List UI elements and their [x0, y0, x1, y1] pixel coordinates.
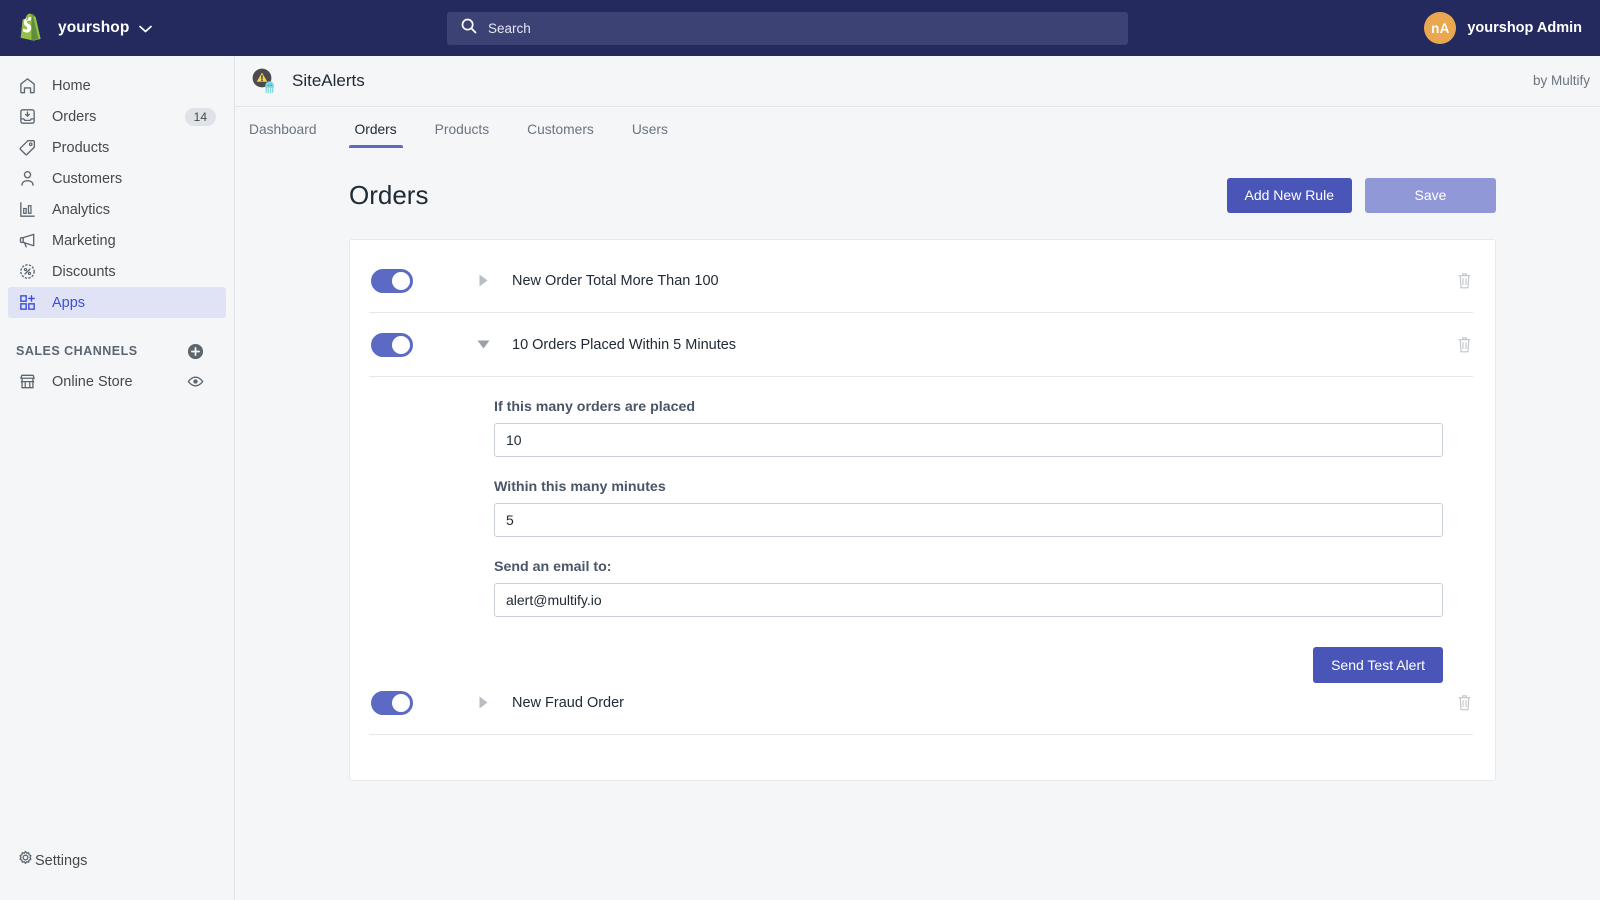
- tab-users[interactable]: Users: [632, 122, 668, 147]
- caret-down-icon[interactable]: [468, 338, 498, 351]
- sidebar-item-label: Marketing: [52, 232, 116, 249]
- rule-name: 10 Orders Placed Within 5 Minutes: [512, 336, 737, 353]
- caret-right-icon[interactable]: [468, 695, 498, 710]
- page-header: Orders Add New Rule Save: [349, 173, 1496, 217]
- sidebar: Home Orders 14 Products Customers Analyt…: [0, 56, 235, 900]
- top-bar: yourshop Search nA yourshop Admin: [0, 0, 1600, 56]
- trash-icon[interactable]: [1456, 271, 1473, 290]
- sitealerts-warning-jellyfish-icon: [249, 66, 279, 96]
- sales-channels-header: SALES CHANNELS: [8, 336, 226, 366]
- search-input[interactable]: Search: [447, 12, 1128, 45]
- rule-enable-toggle[interactable]: [371, 690, 413, 715]
- tab-customers[interactable]: Customers: [527, 122, 594, 147]
- field-label-email: Send an email to:: [494, 559, 612, 575]
- save-button[interactable]: Save: [1365, 177, 1496, 213]
- sidebar-item-label: Customers: [52, 170, 123, 187]
- sidebar-item-discounts[interactable]: Discounts: [8, 256, 226, 287]
- page-title: Orders: [349, 179, 429, 210]
- order-count-input[interactable]: [494, 423, 1443, 457]
- rule-enable-toggle[interactable]: [371, 332, 413, 357]
- rule-row: New Order Total More Than 100: [369, 249, 1473, 313]
- app-header: SiteAlerts by Multify: [235, 56, 1600, 107]
- rule-row: 10 Orders Placed Within 5 Minutes: [369, 313, 1473, 377]
- plus-circle-icon[interactable]: [187, 343, 204, 360]
- avatar: nA: [1424, 12, 1457, 44]
- rule-enable-toggle[interactable]: [371, 268, 413, 293]
- shop-name: yourshop: [58, 19, 130, 36]
- home-icon: [16, 75, 38, 97]
- sidebar-item-label: Products: [52, 139, 110, 156]
- field-label-order-count: If this many orders are placed: [494, 399, 696, 415]
- sidebar-item-label: Analytics: [52, 201, 111, 218]
- trash-icon[interactable]: [1456, 693, 1473, 712]
- sidebar-item-products[interactable]: Products: [8, 132, 226, 163]
- search-icon: [461, 18, 477, 39]
- megaphone-icon: [16, 230, 38, 252]
- rule-detail-panel: If this many orders are placed Within th…: [350, 399, 1495, 683]
- tag-icon: [16, 137, 38, 159]
- app-frame: SiteAlerts by Multify Dashboard Orders P…: [235, 56, 1600, 900]
- app-name: SiteAlerts: [292, 71, 365, 90]
- page-actions: Add New Rule Save: [1226, 177, 1496, 213]
- field-label-minutes: Within this many minutes: [494, 479, 666, 495]
- discount-icon: [16, 261, 38, 283]
- apps-icon: [16, 292, 38, 314]
- sidebar-item-label: Settings: [35, 852, 88, 869]
- minutes-input[interactable]: [494, 503, 1443, 537]
- sidebar-item-analytics[interactable]: Analytics: [8, 194, 226, 225]
- caret-right-icon[interactable]: [468, 273, 498, 288]
- shopify-bag-icon: [18, 13, 46, 43]
- email-input[interactable]: [494, 583, 1443, 617]
- sidebar-item-label: Discounts: [52, 263, 116, 280]
- sidebar-item-online-store[interactable]: Online Store: [8, 366, 226, 397]
- rules-card: New Order Total More Than 100 10 Orders …: [349, 239, 1496, 781]
- rule-row: New Fraud Order: [369, 671, 1473, 735]
- user-name: yourshop Admin: [1467, 20, 1582, 36]
- orders-icon: [16, 106, 38, 128]
- storefront-icon: [16, 371, 38, 393]
- orders-badge: 14: [184, 107, 216, 126]
- tab-dashboard[interactable]: Dashboard: [249, 122, 317, 147]
- tab-orders[interactable]: Orders: [348, 122, 403, 148]
- search-placeholder: Search: [488, 21, 531, 36]
- sidebar-item-label: Apps: [52, 294, 86, 311]
- trash-icon[interactable]: [1456, 335, 1473, 354]
- gear-icon: [16, 849, 35, 872]
- user-menu[interactable]: nA yourshop Admin: [1424, 0, 1582, 56]
- sidebar-item-apps[interactable]: Apps: [8, 287, 226, 318]
- sidebar-item-label: Online Store: [52, 373, 133, 390]
- sidebar-item-marketing[interactable]: Marketing: [8, 225, 226, 256]
- app-tabs: Dashboard Orders Products Customers User…: [235, 107, 1600, 148]
- sales-channels-title: SALES CHANNELS: [16, 344, 138, 358]
- bar-chart-icon: [16, 199, 38, 221]
- sidebar-nav-list: Home Orders 14 Products Customers Analyt…: [0, 56, 234, 397]
- shop-brand[interactable]: yourshop: [0, 0, 235, 56]
- tab-products[interactable]: Products: [435, 122, 489, 147]
- sidebar-item-home[interactable]: Home: [8, 70, 226, 101]
- sidebar-item-customers[interactable]: Customers: [8, 163, 226, 194]
- rule-name: New Fraud Order: [512, 694, 625, 711]
- chevron-down-icon: [139, 22, 153, 35]
- eye-icon[interactable]: [187, 373, 204, 390]
- sidebar-item-label: Orders: [52, 108, 97, 125]
- app-byline: by Multify: [1532, 73, 1590, 88]
- add-new-rule-button[interactable]: Add New Rule: [1226, 177, 1352, 213]
- sidebar-item-settings[interactable]: Settings: [8, 845, 87, 876]
- sidebar-item-orders[interactable]: Orders 14: [8, 101, 226, 132]
- person-icon: [16, 168, 38, 190]
- rule-name: New Order Total More Than 100: [512, 272, 719, 289]
- sidebar-item-label: Home: [52, 77, 91, 94]
